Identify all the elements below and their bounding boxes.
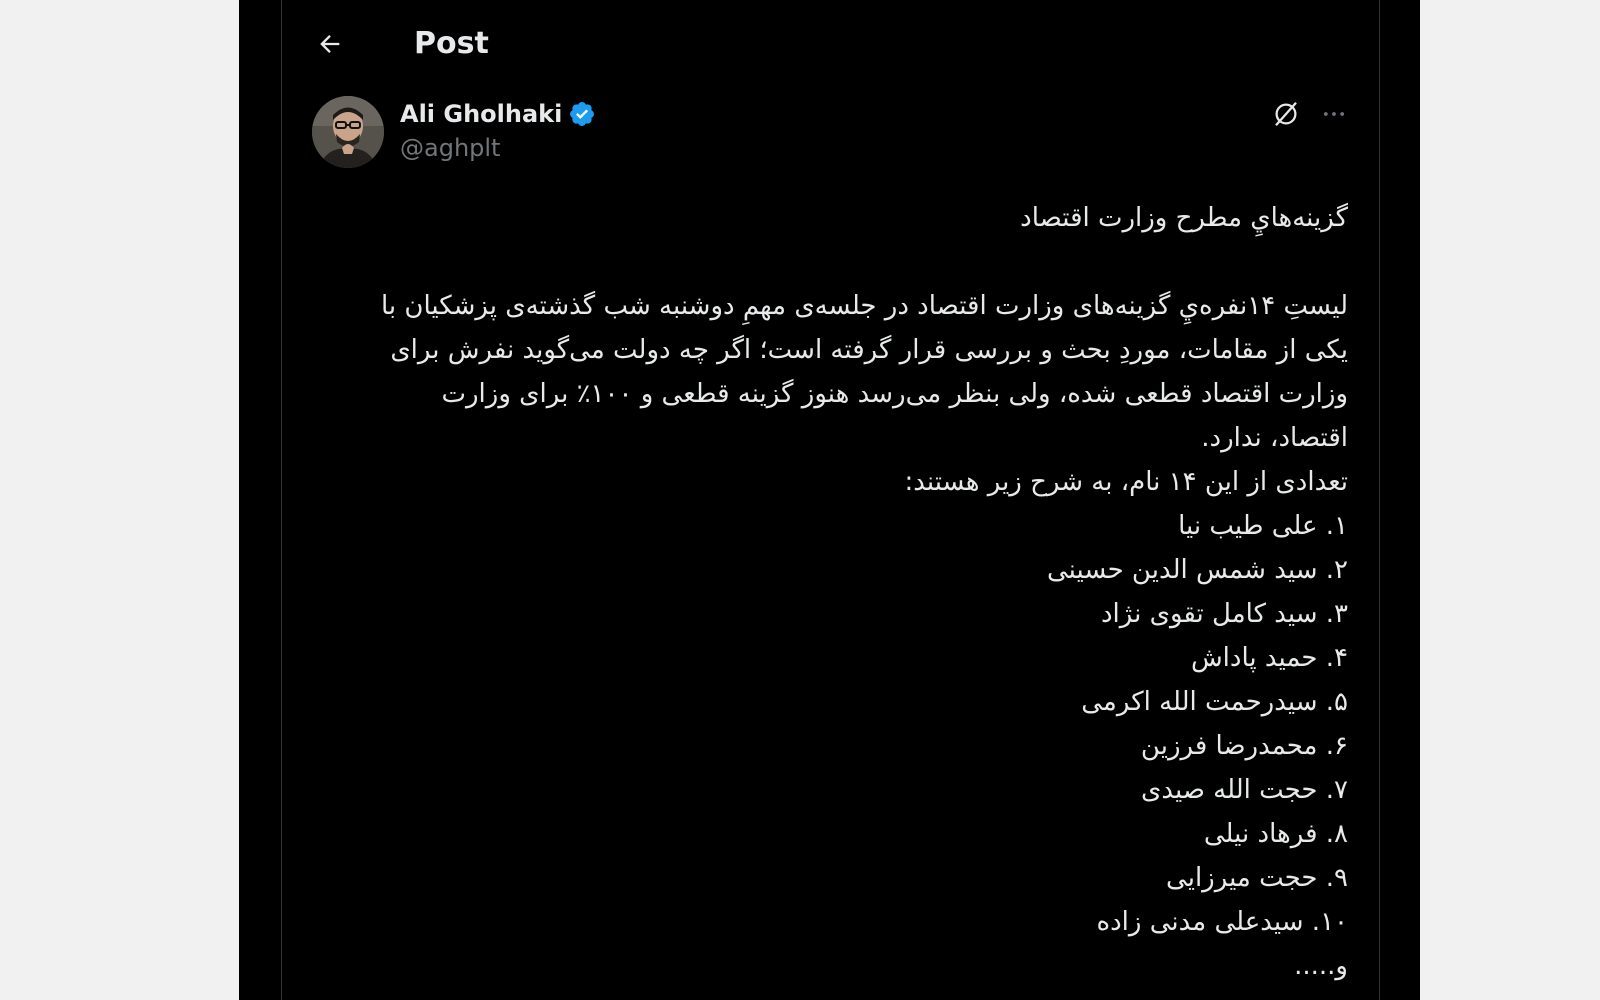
list-item: ۳. سید کامل تقوی نژاد <box>1100 599 1348 629</box>
arrow-left-icon <box>320 35 340 53</box>
list-item: ۷. حجت الله صیدی <box>1140 775 1348 805</box>
list-item: ۴. حمید پاداش <box>1190 643 1348 673</box>
author-handle[interactable]: @aghplt <box>400 134 500 162</box>
avatar[interactable] <box>312 96 384 168</box>
candidate-list: ۱. علی طیب نیا ۲. سید شمس الدین حسینی ۳.… <box>368 504 1348 944</box>
display-name[interactable]: Ali Gholhaki <box>400 100 562 128</box>
list-item: ۱۰. سیدعلی مدنی زاده <box>1096 907 1348 937</box>
verified-badge-icon <box>568 99 598 129</box>
post-paragraph: لیستِ ۱۴نفره‌يِ گزینه‌های وزارت اقتصاد د… <box>380 291 1348 453</box>
post-intro: تعدادی از این ۱۴ نام، به شرح زیر هستند: <box>904 467 1348 497</box>
list-item: ۲. سید شمس الدین حسینی <box>1047 555 1348 585</box>
author-row: Ali Gholhaki @aghplt <box>312 96 1352 168</box>
post-column: Post Ali Gholhaki <box>281 0 1380 1000</box>
list-item: ۱. علی طیب نیا <box>1178 511 1348 541</box>
list-item: ۶. محمدرضا فرزین <box>1140 731 1348 761</box>
list-item: ۵. سیدرحمت الله اکرمی <box>1081 687 1348 717</box>
post-ellipsis: و..... <box>1294 951 1348 981</box>
grok-icon <box>1275 102 1297 126</box>
post-title: گزینه‌هايِ مطرح وزارت اقتصاد <box>1020 203 1348 233</box>
more-options-button[interactable] <box>1316 96 1352 132</box>
list-item: ۹. حجت میرزایی <box>1166 863 1348 893</box>
list-item: ۸. فرهاد نیلی <box>1203 819 1348 849</box>
page-title: Post <box>414 26 489 61</box>
grok-button[interactable] <box>1268 96 1304 132</box>
back-button[interactable] <box>310 24 350 64</box>
more-horizontal-icon <box>1323 112 1345 116</box>
post-text: گزینه‌هايِ مطرح وزارت اقتصاد لیستِ ۱۴نفر… <box>368 196 1348 988</box>
name-line: Ali Gholhaki <box>400 96 598 132</box>
avatar-photo-icon <box>312 96 384 168</box>
post-header: Post <box>282 0 1379 92</box>
